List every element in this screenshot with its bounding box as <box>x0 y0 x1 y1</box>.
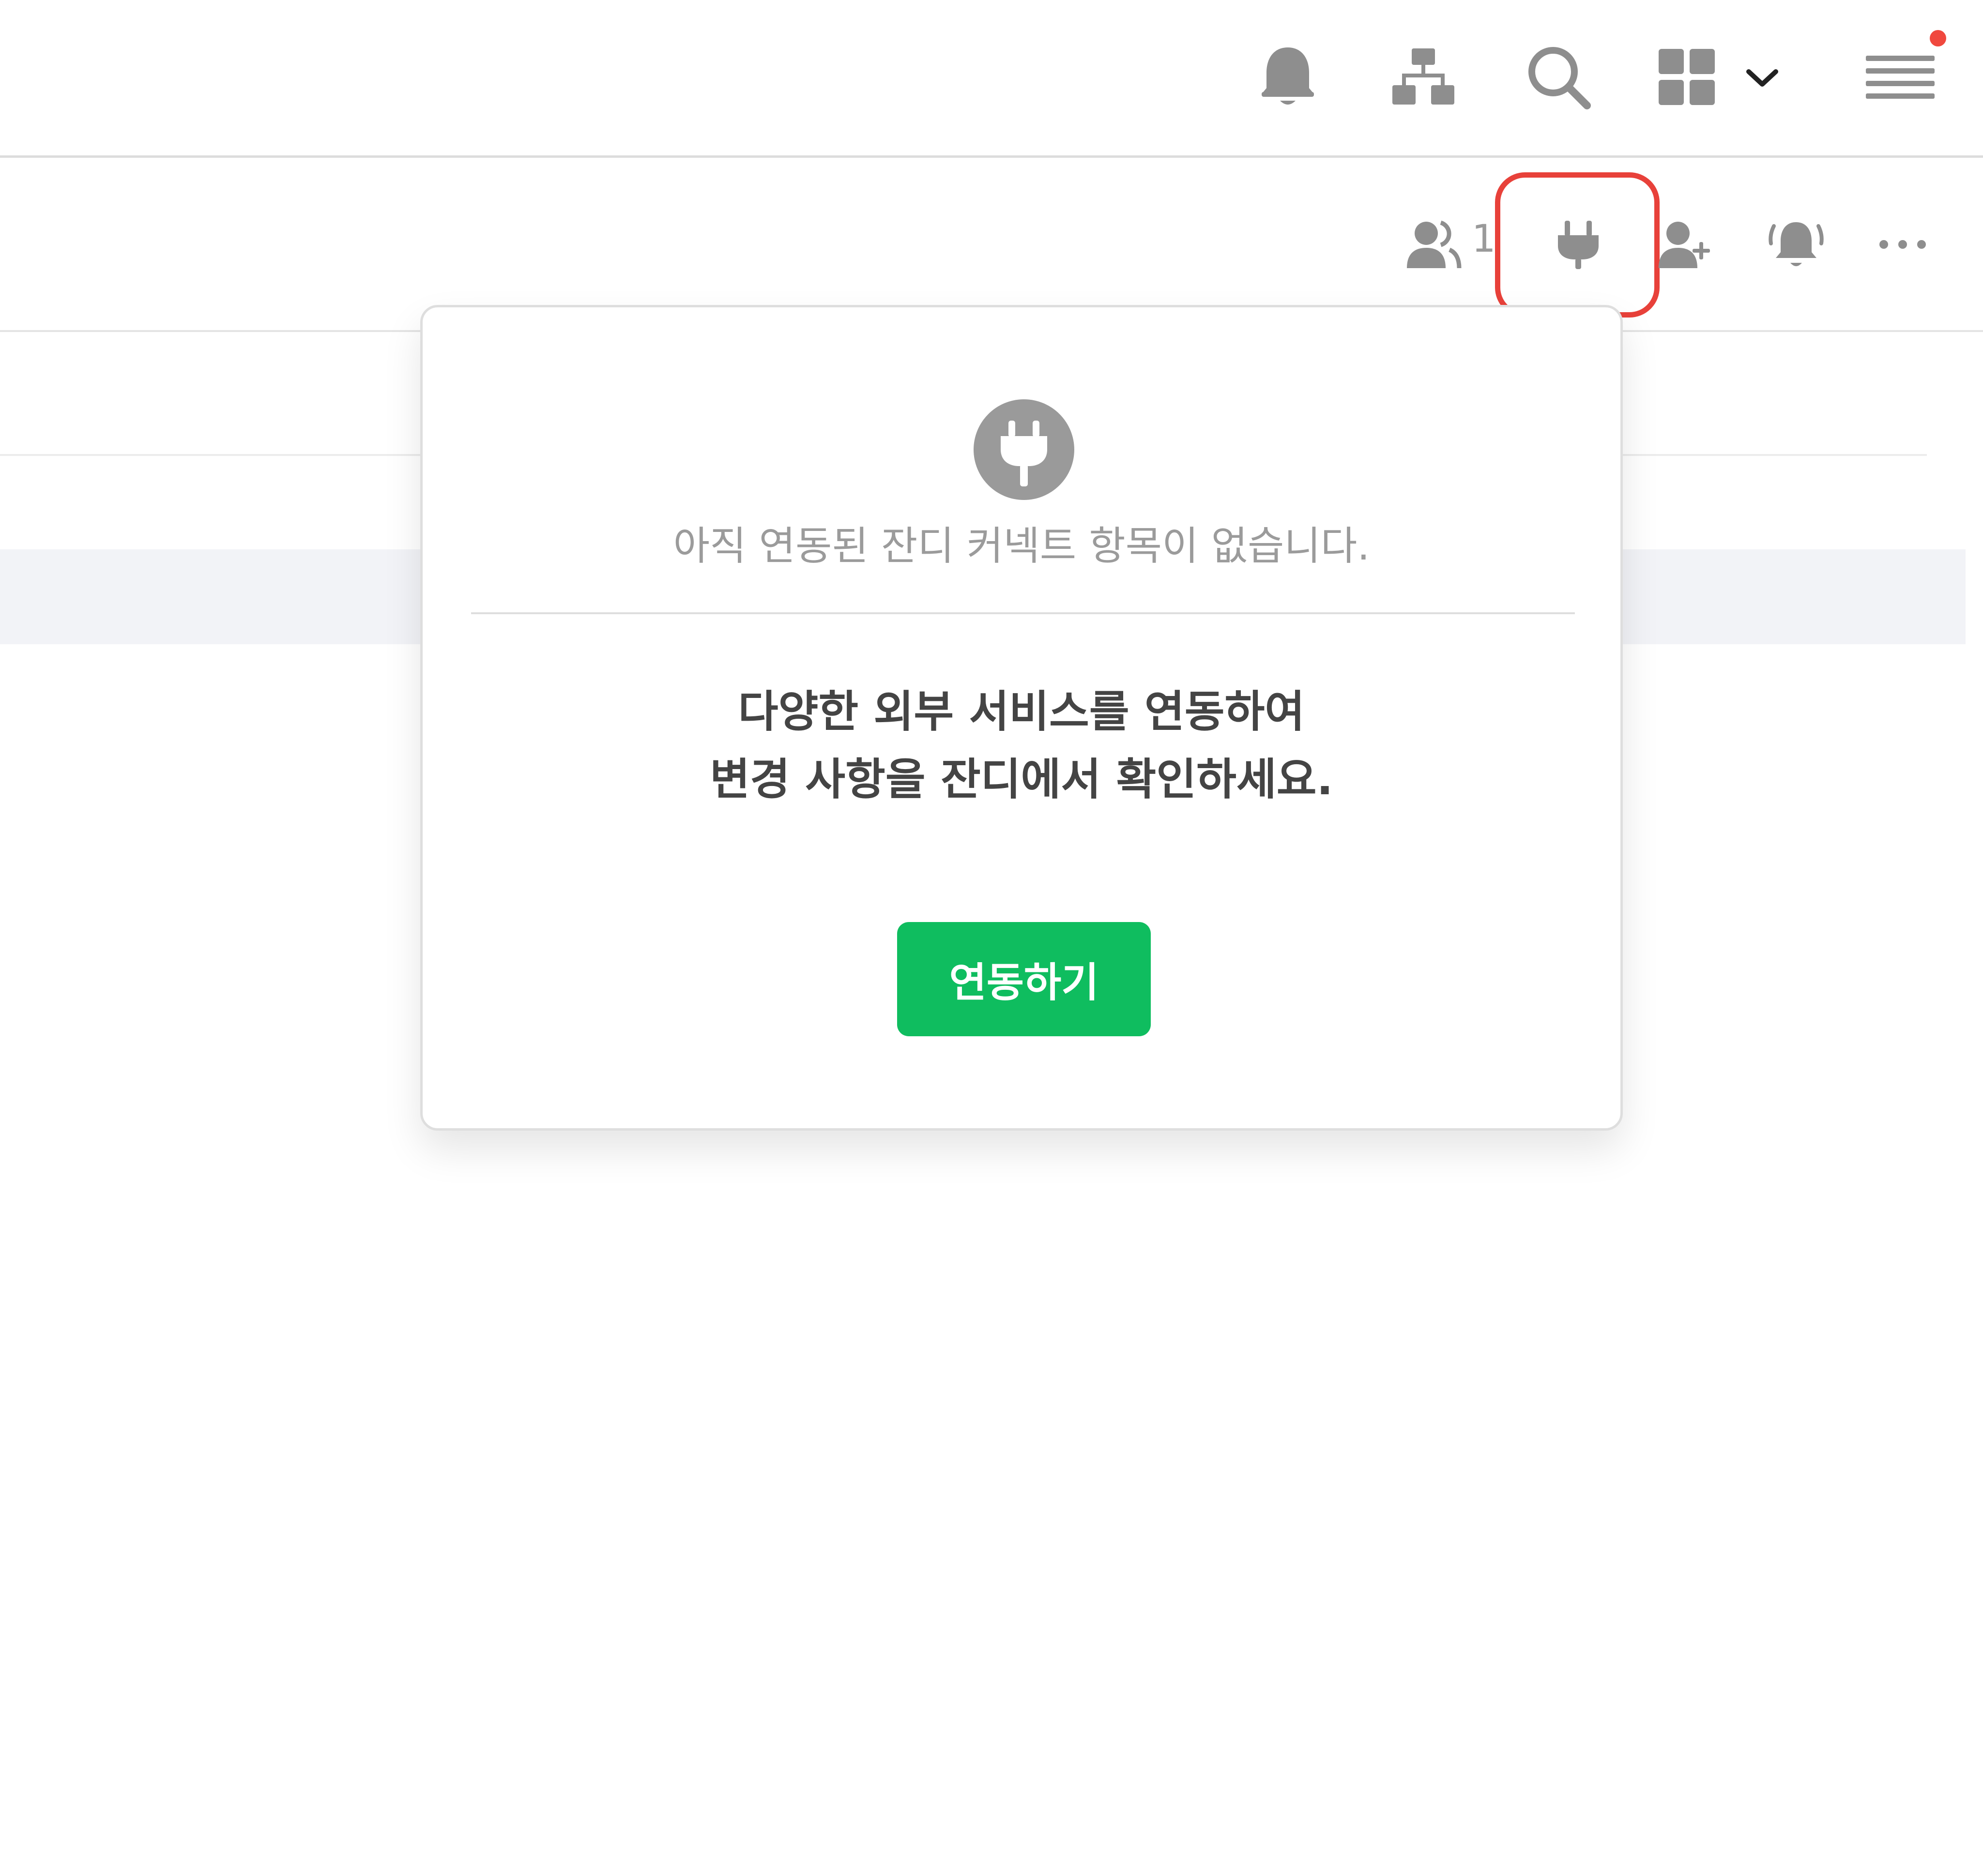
search-button[interactable] <box>1520 39 1598 116</box>
main-menu-button[interactable] <box>1859 39 1941 116</box>
connect-empty-badge <box>974 399 1074 500</box>
more-icon <box>1879 240 1926 249</box>
apps-grid-icon <box>1659 49 1715 105</box>
invite-member-button[interactable] <box>1651 213 1719 276</box>
org-chart-button[interactable] <box>1385 39 1462 116</box>
connect-description: 다양한 외부 서비스를 연동하여 변경 사항을 잔디에서 확인하세요. <box>423 678 1620 814</box>
members-button[interactable] <box>1399 213 1467 276</box>
notifications-button[interactable] <box>1249 39 1327 116</box>
connect-description-line2: 변경 사항을 잔디에서 확인하세요. <box>710 754 1333 805</box>
top-header-bar <box>0 0 1983 158</box>
plug-icon <box>1558 221 1599 269</box>
chevron-down-icon <box>1746 69 1778 87</box>
connect-description-line1: 다양한 외부 서비스를 연동하여 <box>738 686 1305 737</box>
popover-divider <box>471 612 1575 614</box>
page-root: 1 아직 연동된 잔디 커넥트 항목이 없습니다. 다양한 외부 서비스를 연동… <box>0 0 1983 1876</box>
more-options-button[interactable] <box>1869 213 1937 276</box>
start-connect-button[interactable]: 연동하기 <box>897 922 1151 1036</box>
members-icon <box>1407 220 1462 269</box>
channel-alarm-button[interactable] <box>1762 213 1830 276</box>
bell-icon <box>1262 47 1314 105</box>
connect-button[interactable] <box>1544 213 1612 276</box>
empty-state-message: 아직 연동된 잔디 커넥트 항목이 없습니다. <box>673 523 1370 569</box>
channel-alarm-icon <box>1769 222 1824 266</box>
notification-dot-badge <box>1930 30 1946 46</box>
org-chart-icon <box>1392 48 1454 105</box>
menu-icon <box>1866 56 1935 99</box>
plug-icon <box>1001 421 1047 486</box>
search-icon <box>1528 47 1591 109</box>
apps-menu-button[interactable] <box>1656 39 1801 116</box>
member-count: 1 <box>1472 217 1496 261</box>
invite-member-icon <box>1659 222 1710 268</box>
connect-popover: 아직 연동된 잔디 커넥트 항목이 없습니다. 다양한 외부 서비스를 연동하여… <box>420 305 1623 1131</box>
